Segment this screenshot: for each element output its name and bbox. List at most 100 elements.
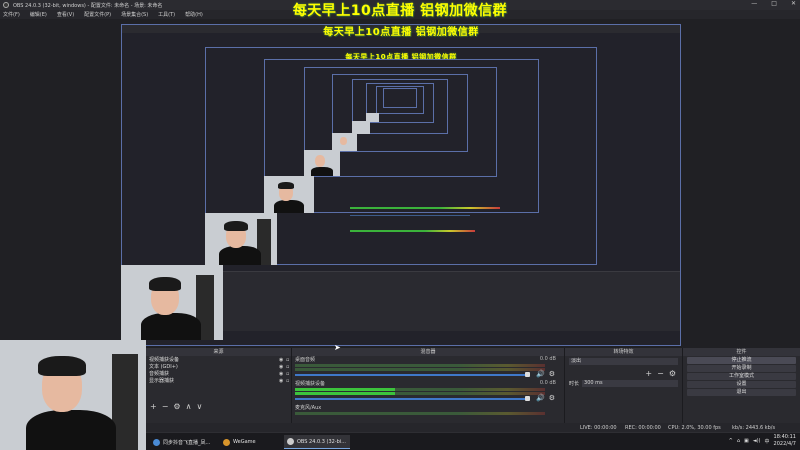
mixer-channel: 视频捕获设备 0.0 dB 🔊 ⚙ <box>292 380 564 404</box>
volume-meter <box>295 412 545 415</box>
taskbar-item-wegame[interactable]: WeGame <box>220 435 280 449</box>
webcam-feed-5 <box>304 150 340 176</box>
mixer-title: 混音器 <box>292 348 564 356</box>
volume-slider[interactable] <box>295 374 527 376</box>
app-icon <box>153 438 160 446</box>
controls-dock: 控件 停止推流 开始录制 工作室模式 设置 退出 <box>683 348 800 432</box>
taskbar-item-douyin[interactable]: 同步抖音飞直播_凤... <box>150 435 216 449</box>
duration-label: 时长 <box>569 381 580 387</box>
lock-icon[interactable]: ▫ <box>286 364 291 369</box>
status-cpu: CPU: 2.0%, 30.00 fps <box>668 425 721 431</box>
nested-banner: 每天早上10点直播 铝钢加微信群 <box>323 27 479 38</box>
webcam-feed-8 <box>366 113 379 122</box>
lock-icon[interactable]: ▫ <box>286 371 291 376</box>
source-label: 音频捕获 <box>149 371 170 377</box>
source-item[interactable]: 音频捕获 ◉ ▫ <box>146 370 291 377</box>
source-item[interactable]: 视频捕获设备 ◉ ▫ <box>146 356 291 363</box>
preview-banner: 每天早上10点直播 铝钢加微信群 <box>292 3 508 19</box>
eye-icon[interactable]: ◉ <box>279 371 284 376</box>
remove-source-button[interactable]: − <box>162 402 169 411</box>
clock-date: 2022/4/7 <box>773 441 796 447</box>
duration-row: 时长 300 ms <box>569 380 678 387</box>
preview-canvas[interactable]: 每天早上10点直播 铝钢加微信群 每天早上10点直播 铝钢加微信群 每天早上10… <box>0 3 800 348</box>
taskbar-label: WeGame <box>233 439 256 445</box>
volume-meter <box>295 388 545 391</box>
eye-icon[interactable]: ◉ <box>279 357 284 362</box>
system-tray: ^ ⌂ ▣ ◄)) 中 18:40:11 2022/4/7 <box>729 434 796 448</box>
nested-preview-9 <box>383 88 417 108</box>
sources-dock: 来源 视频捕获设备 ◉ ▫ 文本 (GDI+) ◉ ▫ 音频捕获 ◉ ▫ 显示器… <box>146 348 292 432</box>
source-item[interactable]: 文本 (GDI+) ◉ ▫ <box>146 363 291 370</box>
studio-mode-button[interactable]: 工作室模式 <box>687 373 796 380</box>
gear-icon[interactable]: ⚙ <box>549 370 555 378</box>
taskbar-label: 同步抖音飞直播_凤... <box>163 439 211 446</box>
add-source-button[interactable]: + <box>150 402 157 411</box>
app-icon <box>287 438 294 445</box>
mixer-channel: 桌面音频 0.0 dB 🔊 ⚙ <box>292 356 564 380</box>
status-rec: REC: 00:00:00 <box>625 425 661 431</box>
eye-icon[interactable]: ◉ <box>279 378 284 383</box>
volume-icon[interactable]: ◄)) <box>753 438 761 444</box>
move-down-button[interactable]: ∨ <box>196 402 202 411</box>
webcam-feed-3 <box>205 213 277 265</box>
duration-input[interactable]: 300 ms <box>582 380 678 387</box>
gear-icon[interactable]: ⚙ <box>549 394 555 402</box>
status-live: LIVE: 00:00:00 <box>580 425 617 431</box>
source-settings-icon[interactable]: ⚙ <box>173 402 180 411</box>
transitions-dock: 转场特效 淡出 + − ⚙ 时长 300 ms <box>565 348 683 432</box>
move-up-button[interactable]: ∧ <box>186 402 192 411</box>
eye-icon[interactable]: ◉ <box>279 364 284 369</box>
volume-meter <box>295 364 545 367</box>
channel-db: 0.0 dB <box>539 356 556 362</box>
transition-settings-icon[interactable]: ⚙ <box>669 369 676 378</box>
lock-icon[interactable]: ▫ <box>286 378 291 383</box>
webcam-feed-main <box>0 340 146 450</box>
app-icon <box>223 438 230 446</box>
tray-expand-icon[interactable]: ^ <box>729 438 733 444</box>
webcam-feed-2 <box>121 265 223 340</box>
webcam-feed-4 <box>264 176 314 213</box>
status-kbps: kb/s: 2443.6 kb/s <box>732 425 776 431</box>
channel-name: 桌面音频 <box>295 357 316 363</box>
clock-time: 18:40:11 <box>773 434 796 440</box>
add-transition-button[interactable]: + <box>645 369 652 378</box>
volume-slider[interactable] <box>295 398 527 400</box>
volume-knob[interactable] <box>525 372 530 377</box>
source-label: 视频捕获设备 <box>149 357 180 363</box>
transition-select[interactable]: 淡出 <box>569 358 678 365</box>
webcam-feed-6 <box>332 133 357 151</box>
remove-transition-button[interactable]: − <box>657 369 664 378</box>
stop-streaming-button[interactable]: 停止推流 <box>687 357 796 364</box>
display-icon[interactable]: ▣ <box>744 438 749 444</box>
nested-meter <box>350 207 500 209</box>
volume-knob[interactable] <box>525 396 530 401</box>
speaker-icon[interactable]: 🔊 <box>536 370 545 378</box>
transitions-toolbar: + − ⚙ <box>565 369 682 378</box>
controls-title: 控件 <box>683 348 800 356</box>
lock-icon[interactable]: ▫ <box>286 357 291 362</box>
volume-meter <box>295 368 545 371</box>
taskbar-label: OBS 24.0.3 (32-bi... <box>297 438 346 445</box>
exit-button[interactable]: 退出 <box>687 389 796 396</box>
taskbar-item-obs[interactable]: OBS 24.0.3 (32-bi... <box>284 435 350 449</box>
mixer-dock: 混音器 桌面音频 0.0 dB 🔊 ⚙ 视频捕获设备 0.0 dB 🔊 ⚙ 麦克… <box>292 348 565 432</box>
channel-name: 视频捕获设备 <box>295 381 326 387</box>
network-icon[interactable]: ⌂ <box>737 438 740 444</box>
nested-slider <box>350 215 470 216</box>
speaker-icon[interactable]: 🔊 <box>536 394 545 402</box>
channel-db: 0.0 dB <box>539 380 556 386</box>
sources-toolbar: + − ⚙ ∧ ∨ <box>146 402 291 411</box>
settings-button[interactable]: 设置 <box>687 381 796 388</box>
volume-meter <box>295 392 545 395</box>
nested-meter <box>350 230 475 232</box>
transitions-title: 转场特效 <box>565 348 682 356</box>
ime-icon[interactable]: 中 <box>765 438 770 445</box>
start-recording-button[interactable]: 开始录制 <box>687 365 796 372</box>
sources-title: 来源 <box>146 348 291 356</box>
source-item[interactable]: 显示器捕获 ◉ ▫ <box>146 377 291 384</box>
mouse-cursor-icon: ➤ <box>334 343 341 352</box>
webcam-feed-7 <box>352 121 370 134</box>
clock[interactable]: 18:40:11 2022/4/7 <box>774 434 796 448</box>
source-label: 显示器捕获 <box>149 378 175 384</box>
source-label: 文本 (GDI+) <box>149 364 178 370</box>
